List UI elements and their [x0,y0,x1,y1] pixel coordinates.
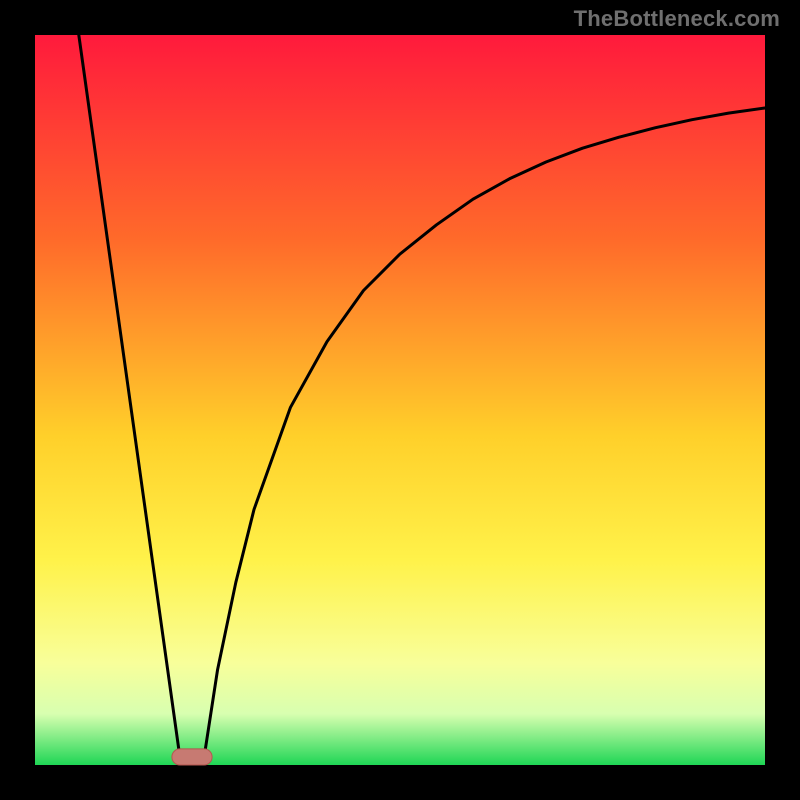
chart-frame: TheBottleneck.com [0,0,800,800]
attribution-text: TheBottleneck.com [574,6,780,32]
gradient-plot-area [35,35,765,765]
optimal-marker [172,749,212,765]
bottleneck-chart-svg [0,0,800,800]
